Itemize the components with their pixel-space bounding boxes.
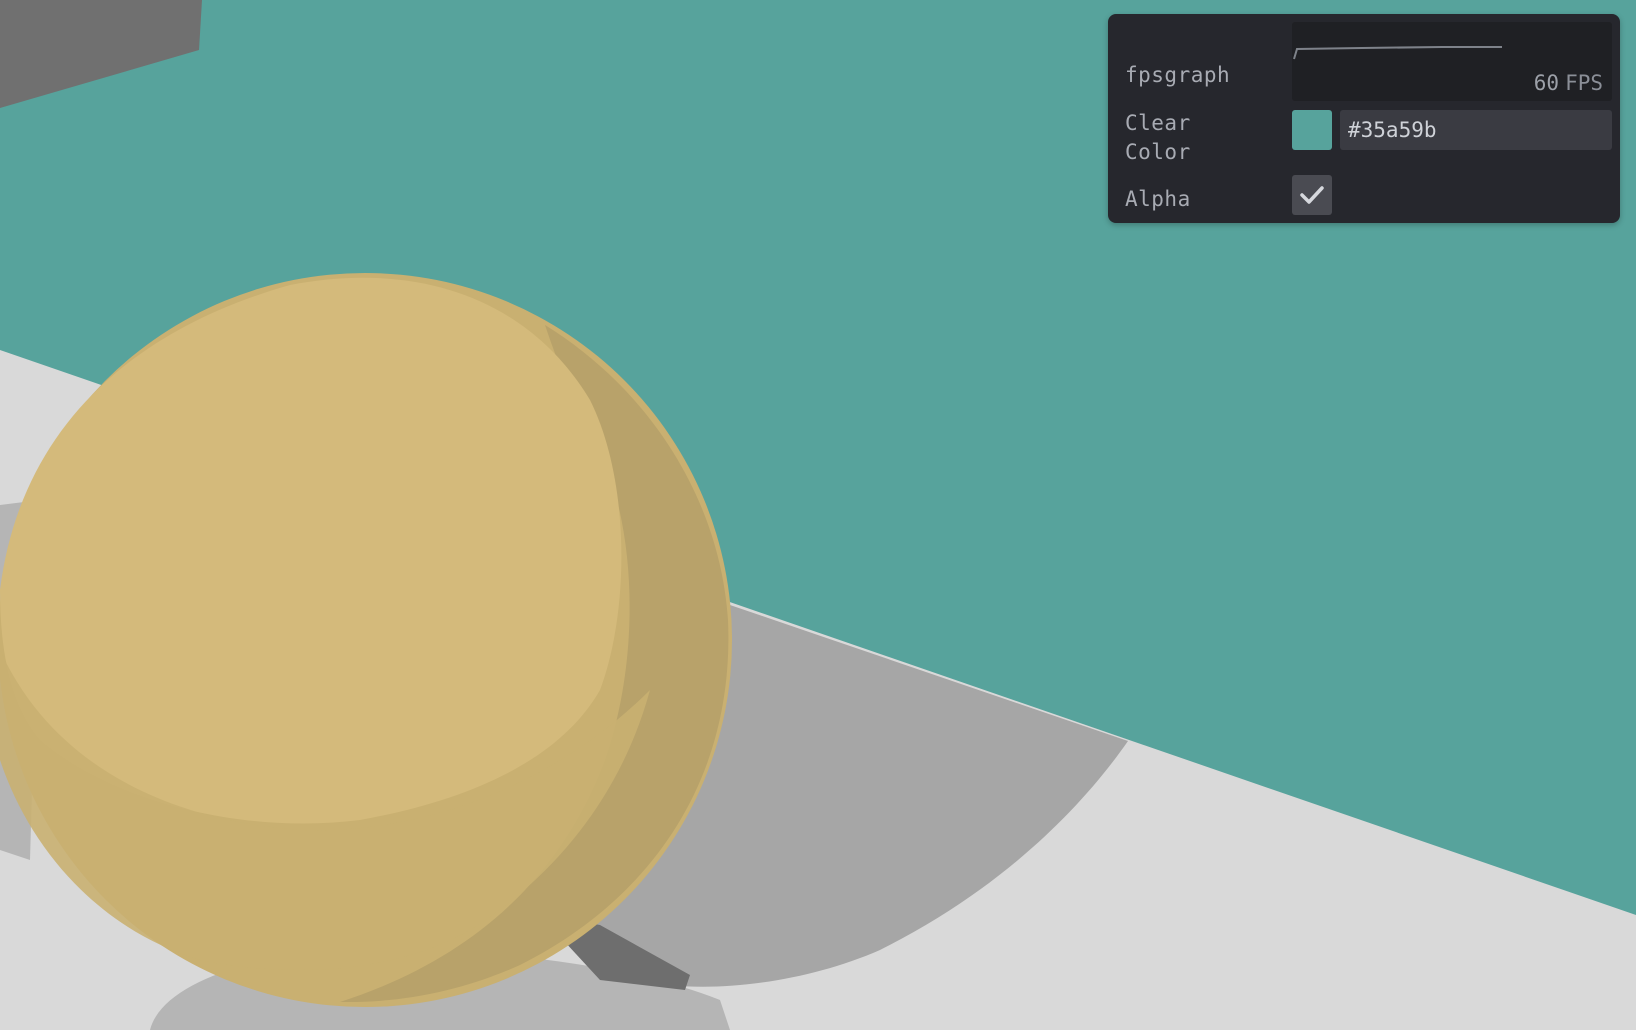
fpsgraph-label: fpsgraph: [1125, 63, 1231, 87]
fps-graph: 60 FPS: [1292, 22, 1612, 101]
debug-controls-panel: fpsgraph 60FPS Clear Color Alpha: [1108, 14, 1620, 223]
fps-readout: 60 FPS: [1534, 71, 1603, 95]
alpha-label: Alpha: [1125, 187, 1191, 211]
fps-unit: FPS: [1565, 71, 1603, 95]
checkmark-icon: [1300, 186, 1324, 204]
clear-color-hex-input[interactable]: [1340, 110, 1612, 150]
clear-color-label: Clear Color: [1125, 111, 1191, 164]
clear-color-swatch[interactable]: [1292, 110, 1332, 150]
alpha-checkbox[interactable]: [1292, 175, 1332, 215]
fps-value: 60: [1533, 71, 1560, 95]
